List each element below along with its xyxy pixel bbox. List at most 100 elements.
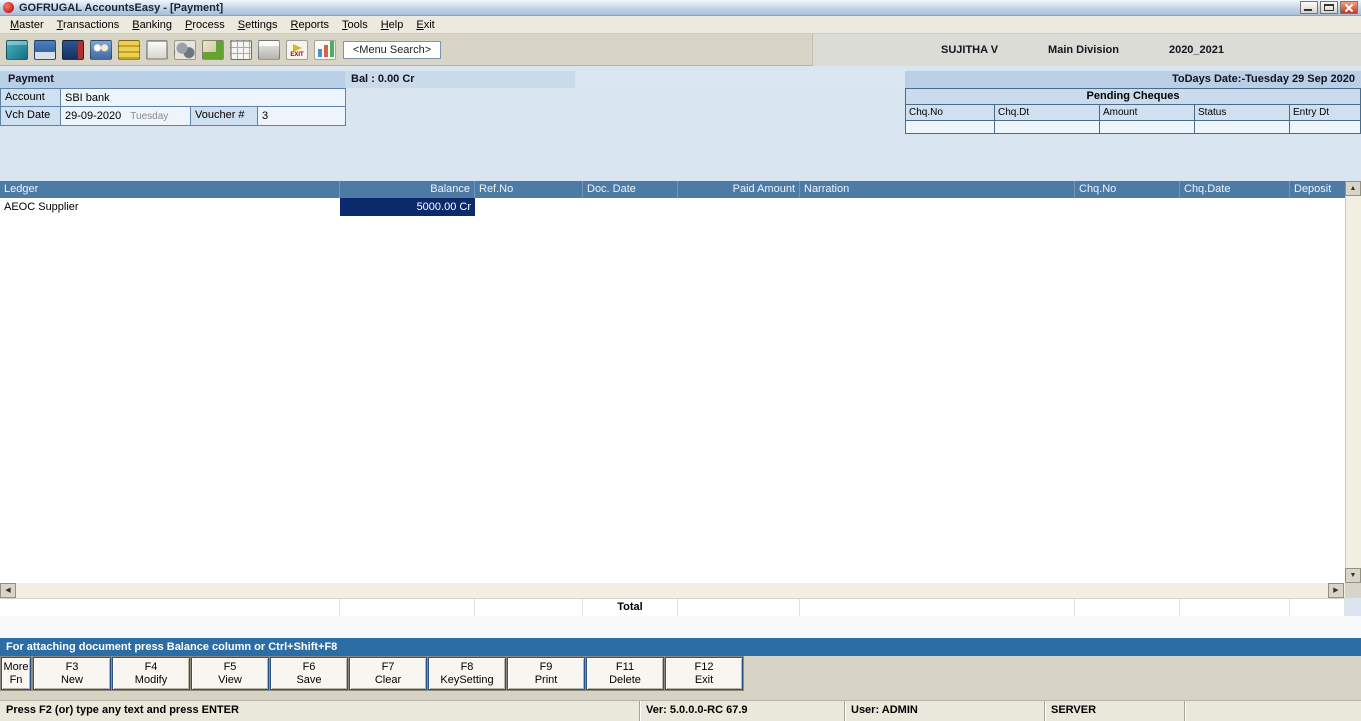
journal-icon[interactable] — [143, 36, 171, 63]
grid-report-icon[interactable] — [227, 36, 255, 63]
menu-item-reports[interactable]: Reports — [285, 17, 337, 33]
close-button[interactable] — [1340, 1, 1358, 14]
pending-col-status: Status — [1194, 104, 1290, 121]
screen-title: Payment — [0, 71, 345, 88]
maximize-button[interactable] — [1320, 1, 1338, 14]
scrollbar-corner — [1345, 583, 1361, 598]
f4-modify-button[interactable]: F4Modify — [112, 657, 190, 690]
column-header-deposit: Deposit — [1290, 181, 1345, 198]
column-header-chq-no: Chq.No — [1075, 181, 1180, 198]
pending-col-chq-dt: Chq.Dt — [994, 104, 1100, 121]
vertical-scrollbar[interactable]: ▲ ▼ — [1345, 181, 1361, 583]
chq-no-cell[interactable] — [1075, 198, 1180, 216]
settings-gears-icon[interactable] — [171, 36, 199, 63]
toolbar: EXIT SUJITHA V Main Division 2020_2021 — [0, 34, 1361, 66]
menu-item-tools[interactable]: Tools — [336, 17, 375, 33]
exit-icon[interactable]: EXIT — [283, 36, 311, 63]
status-hint: Press F2 (or) type any text and press EN… — [0, 701, 640, 721]
ref-no-cell[interactable] — [475, 198, 583, 216]
status-user: User: ADMIN — [845, 701, 1045, 721]
scroll-down-icon[interactable]: ▼ — [1345, 568, 1361, 583]
cash-icon[interactable] — [115, 36, 143, 63]
menu-item-help[interactable]: Help — [375, 17, 411, 33]
menu-item-exit[interactable]: Exit — [410, 17, 441, 33]
menu-bar: Master Transactions Banking Process Sett… — [0, 16, 1361, 34]
session-division: Main Division — [1048, 44, 1119, 56]
menu-search-input[interactable] — [343, 41, 441, 59]
attach-document-hint: For attaching document press Balance col… — [0, 638, 1361, 656]
scroll-left-icon[interactable]: ◀ — [0, 583, 16, 598]
f9-print-button[interactable]: F9Print — [507, 657, 585, 690]
pending-col-chq-no: Chq.No — [905, 104, 995, 121]
menu-item-banking[interactable]: Banking — [126, 17, 179, 33]
voucher-date-value: 29-09-2020 — [65, 110, 121, 122]
total-row: Total — [0, 598, 1345, 616]
f11-delete-button[interactable]: F11Delete — [586, 657, 664, 690]
horizontal-scrollbar[interactable]: ◀ ▶ — [0, 583, 1345, 598]
table-row: AEOC Supplier 5000.00 Cr — [0, 198, 1345, 216]
account-label: Account — [0, 88, 61, 107]
payment-grid: Ledger Balance Ref.No Doc. Date Paid Amo… — [0, 181, 1345, 583]
f5-view-button[interactable]: F5View — [191, 657, 269, 690]
minimize-button[interactable] — [1300, 1, 1318, 14]
status-server: SERVER — [1045, 701, 1185, 721]
strip-filler — [575, 71, 905, 88]
column-header-ledger: Ledger — [0, 181, 340, 198]
pending-col-entry-dt: Entry Dt — [1289, 104, 1361, 121]
pending-cheques-panel: Pending Cheques Chq.No Chq.Dt Amount Sta… — [905, 88, 1361, 134]
contacts-icon[interactable] — [87, 36, 115, 63]
menu-item-master[interactable]: Master — [4, 17, 51, 33]
todays-date: ToDays Date:-Tuesday 29 Sep 2020 — [905, 71, 1361, 88]
f6-save-button[interactable]: F6Save — [270, 657, 348, 690]
voucher-number-label: Voucher # — [190, 106, 258, 126]
menu-item-settings[interactable]: Settings — [232, 17, 285, 33]
column-header-balance: Balance — [340, 181, 475, 198]
f12-exit-button[interactable]: F12Exit — [665, 657, 743, 690]
account-balance: Bal : 0.00 Cr — [345, 71, 575, 88]
paid-amount-cell[interactable] — [678, 198, 800, 216]
balance-cell-selected[interactable]: 5000.00 Cr — [340, 198, 475, 216]
voucher-number-input[interactable] — [257, 106, 346, 126]
voucher-date-label: Vch Date — [0, 106, 61, 126]
doc-date-cell[interactable] — [583, 198, 678, 216]
deposit-cell[interactable] — [1290, 198, 1345, 216]
grid-header-row: Ledger Balance Ref.No Doc. Date Paid Amo… — [0, 181, 1345, 198]
screen-header-strip: Payment Bal : 0.00 Cr ToDays Date:-Tuesd… — [0, 71, 1361, 88]
window-title: GOFRUGAL AccountsEasy - [Payment] — [19, 2, 223, 14]
app-icon — [3, 2, 14, 13]
daybook-icon[interactable] — [3, 36, 31, 63]
voucher-form: Account Vch Date 29-09-2020Tuesday Vouch… — [0, 88, 1361, 181]
save-icon[interactable] — [31, 36, 59, 63]
session-info-panel: SUJITHA V Main Division 2020_2021 — [812, 34, 1361, 66]
voucher-date-input[interactable]: 29-09-2020Tuesday — [60, 106, 191, 126]
session-fiscal-year: 2020_2021 — [1169, 44, 1224, 56]
menu-item-transactions[interactable]: Transactions — [51, 17, 127, 33]
session-user: SUJITHA V — [941, 44, 998, 56]
narration-cell[interactable] — [800, 198, 1075, 216]
column-header-chq-date: Chq.Date — [1180, 181, 1290, 198]
write-entry-icon[interactable] — [199, 36, 227, 63]
status-empty — [1185, 701, 1361, 721]
chq-date-cell[interactable] — [1180, 198, 1290, 216]
column-header-ref-no: Ref.No — [475, 181, 583, 198]
pending-cheques-empty-row — [905, 120, 1361, 134]
ledger-cell[interactable]: AEOC Supplier — [0, 198, 340, 216]
chart-icon[interactable] — [311, 36, 339, 63]
menu-item-process[interactable]: Process — [179, 17, 232, 33]
f8-keysetting-button[interactable]: F8KeySetting — [428, 657, 506, 690]
column-header-doc-date: Doc. Date — [583, 181, 678, 198]
function-key-bar: MoreFn F3New F4Modify F5View F6Save F7Cl… — [0, 656, 1361, 700]
f7-clear-button[interactable]: F7Clear — [349, 657, 427, 690]
f3-new-button[interactable]: F3New — [33, 657, 111, 690]
account-input[interactable] — [60, 88, 346, 107]
status-bar: Press F2 (or) type any text and press EN… — [0, 700, 1361, 721]
pending-cheques-title: Pending Cheques — [905, 88, 1361, 105]
spacer-band — [0, 616, 1361, 638]
application-window: GOFRUGAL AccountsEasy - [Payment] Master… — [0, 0, 1361, 721]
printer-icon[interactable] — [255, 36, 283, 63]
more-fn-button[interactable]: MoreFn — [1, 657, 31, 690]
scroll-right-icon[interactable]: ▶ — [1328, 583, 1344, 598]
column-header-paid-amount: Paid Amount — [678, 181, 800, 198]
ledger-book-icon[interactable] — [59, 36, 87, 63]
scroll-up-icon[interactable]: ▲ — [1345, 181, 1361, 196]
